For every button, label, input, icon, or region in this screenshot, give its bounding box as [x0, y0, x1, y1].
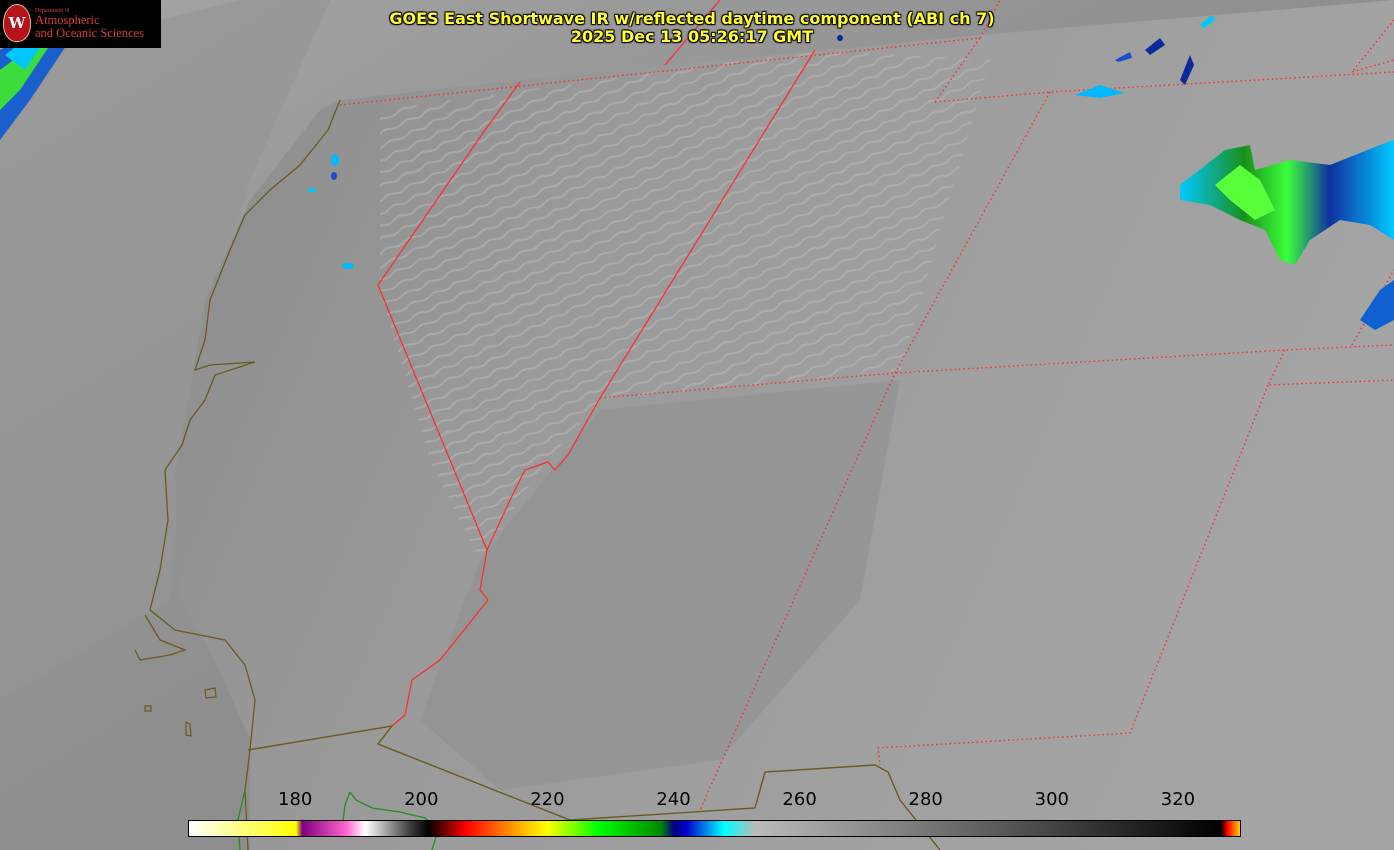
colorbar-tick-label: 300	[1034, 789, 1069, 810]
satellite-image-viewer: W Department of Atmospheric and Oceanic …	[0, 0, 1394, 850]
temperature-colorbar	[188, 820, 1241, 837]
colorbar-tick-label: 320	[1160, 789, 1196, 810]
colorbar-tick-label: 280	[908, 789, 943, 810]
colorbar-tick-label: 260	[782, 789, 817, 810]
colorbar-tick-label: 200	[404, 789, 439, 810]
colorbar-tick-label: 180	[278, 789, 313, 810]
image-timestamp: 2025 Dec 13 05:26:17 GMT	[570, 27, 814, 46]
colorbar-tick-label: 240	[656, 789, 691, 810]
image-title: GOES East Shortwave IR w/reflected dayti…	[389, 9, 995, 28]
colorbar-tick-label: 220	[530, 789, 565, 810]
satellite-imagery-map	[0, 0, 1394, 850]
